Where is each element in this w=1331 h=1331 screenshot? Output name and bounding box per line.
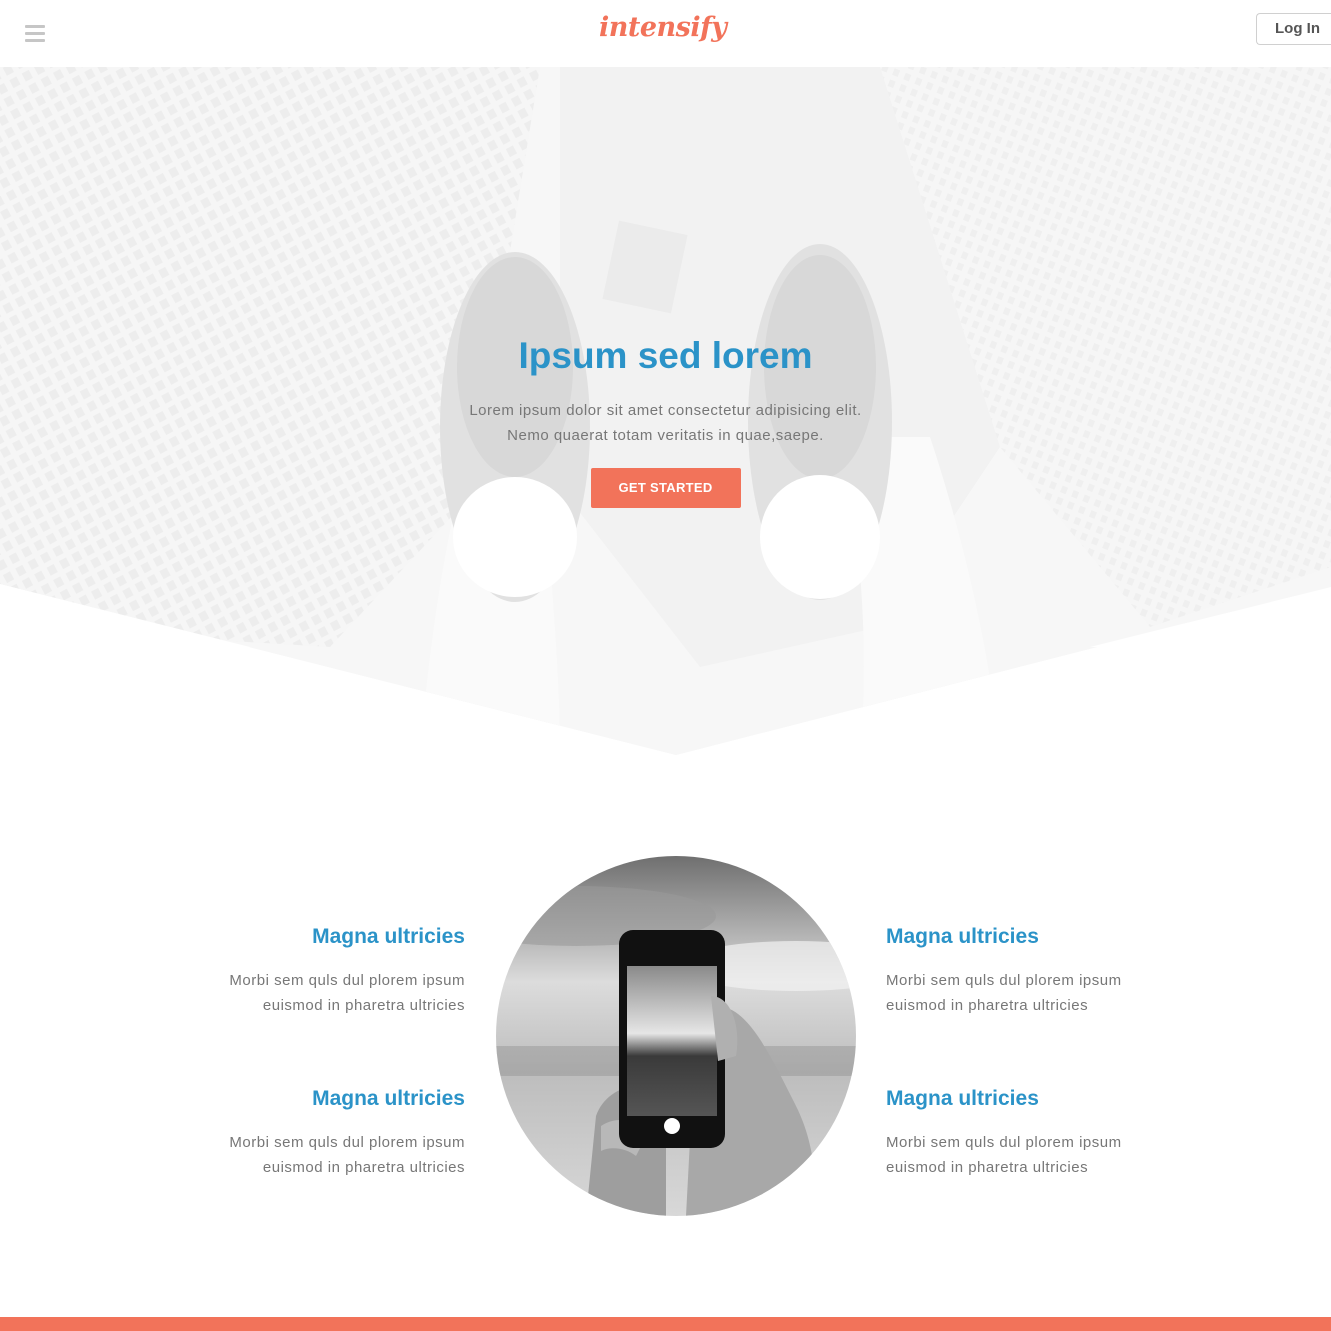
- feature-item: Magna ultricies Morbi sem quls dul plore…: [215, 924, 465, 1018]
- login-button[interactable]: Log In: [1256, 13, 1331, 45]
- feature-item: Magna ultricies Morbi sem quls dul plore…: [886, 924, 1136, 1018]
- footer-accent-bar: [0, 1317, 1331, 1331]
- hero-description-line-2: Nemo quaerat totam veritatis in quae,sae…: [507, 427, 824, 444]
- features-section: Magna ultricies Morbi sem quls dul plore…: [0, 757, 1331, 1317]
- phone-in-hand-photo: [496, 856, 856, 1216]
- feature-description-line-1: Morbi sem quls dul plorem ipsum: [886, 972, 1122, 989]
- feature-description: Morbi sem quls dul plorem ipsum euismod …: [886, 968, 1136, 1018]
- feature-description: Morbi sem quls dul plorem ipsum euismod …: [215, 1130, 465, 1180]
- feature-title: Magna ultricies: [886, 925, 1039, 948]
- feature-description-line-1: Morbi sem quls dul plorem ipsum: [229, 1134, 465, 1151]
- hamburger-menu-icon[interactable]: [25, 25, 45, 42]
- feature-description-line-1: Morbi sem quls dul plorem ipsum: [886, 1134, 1122, 1151]
- get-started-button[interactable]: GET STARTED: [590, 468, 741, 508]
- feature-title: Magna ultricies: [312, 925, 465, 948]
- feature-description-line-2: euismod in pharetra ultricies: [886, 997, 1089, 1014]
- site-header: intensify Log In: [0, 0, 1331, 67]
- feature-description-line-2: euismod in pharetra ultricies: [262, 997, 465, 1014]
- hero-description-line-1: Lorem ipsum dolor sit amet consectetur a…: [469, 402, 862, 419]
- feature-item: Magna ultricies Morbi sem quls dul plore…: [886, 1086, 1136, 1180]
- feature-description: Morbi sem quls dul plorem ipsum euismod …: [886, 1130, 1136, 1180]
- hero-section: Ipsum sed lorem Lorem ipsum dolor sit am…: [0, 67, 1331, 757]
- feature-title: Magna ultricies: [886, 1087, 1039, 1110]
- feature-description-line-2: euismod in pharetra ultricies: [886, 1159, 1089, 1176]
- feature-description-line-1: Morbi sem quls dul plorem ipsum: [229, 972, 465, 989]
- feature-item: Magna ultricies Morbi sem quls dul plore…: [215, 1086, 465, 1180]
- hero-content: Ipsum sed lorem Lorem ipsum dolor sit am…: [0, 334, 1331, 508]
- feature-description: Morbi sem quls dul plorem ipsum euismod …: [215, 968, 465, 1018]
- feature-description-line-2: euismod in pharetra ultricies: [262, 1159, 465, 1176]
- hero-title: Ipsum sed lorem: [518, 335, 813, 376]
- site-logo[interactable]: intensify: [599, 12, 727, 43]
- hero-description: Lorem ipsum dolor sit amet consectetur a…: [416, 398, 916, 448]
- feature-title: Magna ultricies: [312, 1087, 465, 1110]
